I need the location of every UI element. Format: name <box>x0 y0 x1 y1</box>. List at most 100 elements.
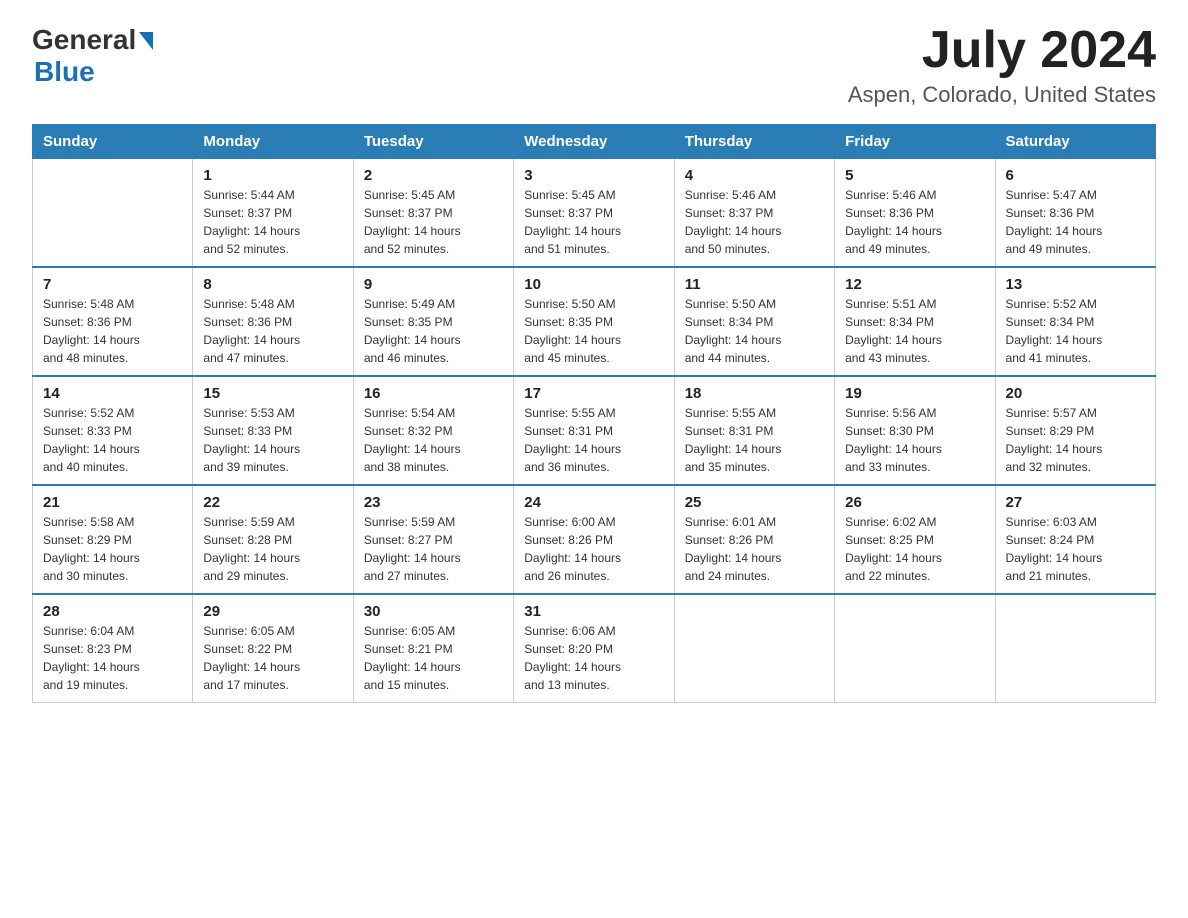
calendar-cell: 14 Sunrise: 5:52 AMSunset: 8:33 PMDayligh… <box>33 376 193 485</box>
day-number: 6 <box>1006 167 1145 184</box>
page-header: General Blue July 2024 Aspen, Colorado, … <box>32 24 1156 108</box>
logo: General Blue <box>32 24 153 88</box>
day-info: Sunrise: 6:03 AMSunset: 8:24 PMDaylight:… <box>1006 513 1145 585</box>
day-number: 21 <box>43 494 182 511</box>
calendar-cell: 17Sunrise: 5:55 AMSunset: 8:31 PMDayligh… <box>514 376 674 485</box>
day-info: Sunrise: 6:05 AMSunset: 8:22 PMDaylight:… <box>203 622 342 694</box>
location-subtitle: Aspen, Colorado, United States <box>848 82 1156 108</box>
calendar-cell: 13Sunrise: 5:52 AMSunset: 8:34 PMDayligh… <box>995 267 1155 376</box>
calendar-cell: 21 Sunrise: 5:58 AMSunset: 8:29 PMDayligh… <box>33 485 193 594</box>
day-info: Sunrise: 5:45 AMSunset: 8:37 PMDaylight:… <box>364 186 503 258</box>
day-info: Sunrise: 6:05 AMSunset: 8:21 PMDaylight:… <box>364 622 503 694</box>
logo-general-text: General <box>32 24 136 56</box>
day-info: Sunrise: 5:56 AMSunset: 8:30 PMDaylight:… <box>845 404 984 476</box>
day-info: Sunrise: 5:57 AMSunset: 8:29 PMDaylight:… <box>1006 404 1145 476</box>
calendar-header-monday: Monday <box>193 125 353 159</box>
calendar-cell: 3Sunrise: 5:45 AMSunset: 8:37 PMDaylight… <box>514 159 674 268</box>
day-number: 10 <box>524 276 663 293</box>
calendar-header-sunday: Sunday <box>33 125 193 159</box>
calendar-cell: 18 Sunrise: 5:55 AMSunset: 8:31 PMDayligh… <box>674 376 834 485</box>
day-number: 11 <box>685 276 824 293</box>
calendar-cell: 2 Sunrise: 5:45 AMSunset: 8:37 PMDaylight… <box>353 159 513 268</box>
calendar-cell: 31Sunrise: 6:06 AMSunset: 8:20 PMDayligh… <box>514 594 674 703</box>
calendar-cell <box>995 594 1155 703</box>
day-info: Sunrise: 5:46 AMSunset: 8:37 PMDaylight:… <box>685 186 824 258</box>
day-info: Sunrise: 5:48 AMSunset: 8:36 PMDaylight:… <box>43 295 182 367</box>
calendar-cell: 19 Sunrise: 5:56 AMSunset: 8:30 PMDayligh… <box>835 376 995 485</box>
day-info: Sunrise: 6:01 AMSunset: 8:26 PMDaylight:… <box>685 513 824 585</box>
day-number: 24 <box>524 494 663 511</box>
day-info: Sunrise: 5:48 AMSunset: 8:36 PMDaylight:… <box>203 295 342 367</box>
day-info: Sunrise: 5:59 AMSunset: 8:27 PMDaylight:… <box>364 513 503 585</box>
calendar-cell: 26Sunrise: 6:02 AMSunset: 8:25 PMDayligh… <box>835 485 995 594</box>
calendar-cell: 7 Sunrise: 5:48 AMSunset: 8:36 PMDaylight… <box>33 267 193 376</box>
day-number: 28 <box>43 603 182 620</box>
day-number: 19 <box>845 385 984 402</box>
day-number: 12 <box>845 276 984 293</box>
day-number: 1 <box>203 167 342 184</box>
calendar-cell <box>674 594 834 703</box>
day-number: 18 <box>685 385 824 402</box>
day-info: Sunrise: 5:58 AMSunset: 8:29 PMDaylight:… <box>43 513 182 585</box>
day-number: 8 <box>203 276 342 293</box>
day-info: Sunrise: 6:06 AMSunset: 8:20 PMDaylight:… <box>524 622 663 694</box>
month-year-title: July 2024 <box>848 24 1156 76</box>
day-number: 22 <box>203 494 342 511</box>
day-number: 5 <box>845 167 984 184</box>
day-number: 2 <box>364 167 503 184</box>
day-number: 7 <box>43 276 182 293</box>
calendar-header-tuesday: Tuesday <box>353 125 513 159</box>
day-info: Sunrise: 5:52 AMSunset: 8:33 PMDaylight:… <box>43 404 182 476</box>
day-number: 27 <box>1006 494 1145 511</box>
day-number: 15 <box>203 385 342 402</box>
day-number: 17 <box>524 385 663 402</box>
day-info: Sunrise: 6:00 AMSunset: 8:26 PMDaylight:… <box>524 513 663 585</box>
day-number: 30 <box>364 603 503 620</box>
day-number: 14 <box>43 385 182 402</box>
calendar-table: SundayMondayTuesdayWednesdayThursdayFrid… <box>32 124 1156 703</box>
day-info: Sunrise: 6:04 AMSunset: 8:23 PMDaylight:… <box>43 622 182 694</box>
calendar-cell: 20Sunrise: 5:57 AMSunset: 8:29 PMDayligh… <box>995 376 1155 485</box>
day-info: Sunrise: 5:44 AMSunset: 8:37 PMDaylight:… <box>203 186 342 258</box>
calendar-cell: 23 Sunrise: 5:59 AMSunset: 8:27 PMDayligh… <box>353 485 513 594</box>
calendar-cell: 1 Sunrise: 5:44 AMSunset: 8:37 PMDaylight… <box>193 159 353 268</box>
day-info: Sunrise: 5:54 AMSunset: 8:32 PMDaylight:… <box>364 404 503 476</box>
calendar-week-row-2: 7 Sunrise: 5:48 AMSunset: 8:36 PMDaylight… <box>33 267 1156 376</box>
day-info: Sunrise: 5:53 AMSunset: 8:33 PMDaylight:… <box>203 404 342 476</box>
day-info: Sunrise: 5:59 AMSunset: 8:28 PMDaylight:… <box>203 513 342 585</box>
calendar-header-thursday: Thursday <box>674 125 834 159</box>
calendar-cell <box>33 159 193 268</box>
day-number: 4 <box>685 167 824 184</box>
day-info: Sunrise: 5:47 AMSunset: 8:36 PMDaylight:… <box>1006 186 1145 258</box>
calendar-cell: 4 Sunrise: 5:46 AMSunset: 8:37 PMDaylight… <box>674 159 834 268</box>
calendar-header-row: SundayMondayTuesdayWednesdayThursdayFrid… <box>33 125 1156 159</box>
calendar-cell: 9Sunrise: 5:49 AMSunset: 8:35 PMDaylight… <box>353 267 513 376</box>
calendar-cell: 28 Sunrise: 6:04 AMSunset: 8:23 PMDayligh… <box>33 594 193 703</box>
calendar-header-saturday: Saturday <box>995 125 1155 159</box>
day-info: Sunrise: 5:51 AMSunset: 8:34 PMDaylight:… <box>845 295 984 367</box>
day-info: Sunrise: 5:46 AMSunset: 8:36 PMDaylight:… <box>845 186 984 258</box>
calendar-cell: 22 Sunrise: 5:59 AMSunset: 8:28 PMDayligh… <box>193 485 353 594</box>
calendar-cell: 6 Sunrise: 5:47 AMSunset: 8:36 PMDaylight… <box>995 159 1155 268</box>
calendar-cell <box>835 594 995 703</box>
day-info: Sunrise: 5:49 AMSunset: 8:35 PMDaylight:… <box>364 295 503 367</box>
calendar-cell: 10 Sunrise: 5:50 AMSunset: 8:35 PMDayligh… <box>514 267 674 376</box>
day-info: Sunrise: 5:55 AMSunset: 8:31 PMDaylight:… <box>685 404 824 476</box>
calendar-cell: 12 Sunrise: 5:51 AMSunset: 8:34 PMDayligh… <box>835 267 995 376</box>
day-number: 16 <box>364 385 503 402</box>
calendar-cell: 15 Sunrise: 5:53 AMSunset: 8:33 PMDayligh… <box>193 376 353 485</box>
calendar-header-friday: Friday <box>835 125 995 159</box>
calendar-week-row-4: 21 Sunrise: 5:58 AMSunset: 8:29 PMDayligh… <box>33 485 1156 594</box>
day-number: 13 <box>1006 276 1145 293</box>
calendar-cell: 8 Sunrise: 5:48 AMSunset: 8:36 PMDaylight… <box>193 267 353 376</box>
day-number: 26 <box>845 494 984 511</box>
day-number: 25 <box>685 494 824 511</box>
calendar-cell: 30 Sunrise: 6:05 AMSunset: 8:21 PMDayligh… <box>353 594 513 703</box>
day-number: 29 <box>203 603 342 620</box>
calendar-cell: 25 Sunrise: 6:01 AMSunset: 8:26 PMDayligh… <box>674 485 834 594</box>
day-info: Sunrise: 5:50 AMSunset: 8:35 PMDaylight:… <box>524 295 663 367</box>
day-number: 23 <box>364 494 503 511</box>
calendar-header-wednesday: Wednesday <box>514 125 674 159</box>
calendar-cell: 29 Sunrise: 6:05 AMSunset: 8:22 PMDayligh… <box>193 594 353 703</box>
calendar-cell: 27 Sunrise: 6:03 AMSunset: 8:24 PMDayligh… <box>995 485 1155 594</box>
